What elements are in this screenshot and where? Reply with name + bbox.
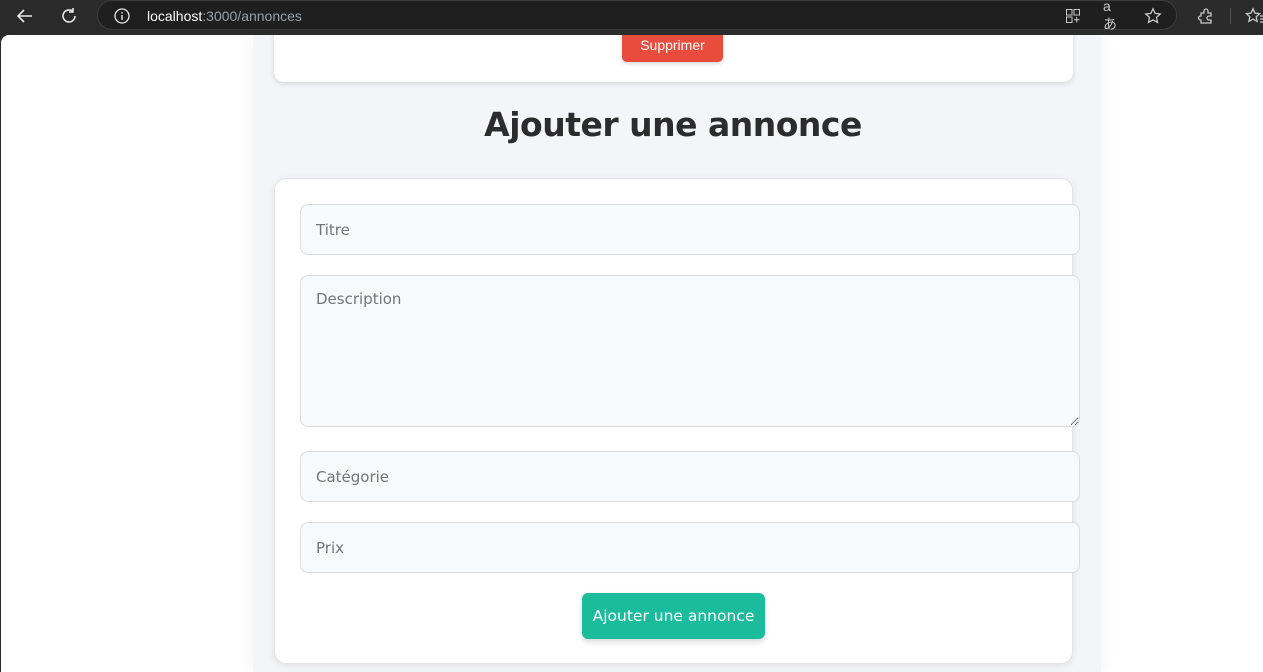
- address-bar[interactable]: localhost:3000/annonces aあ: [97, 0, 1177, 32]
- toolbar-separator: [1230, 8, 1231, 24]
- delete-button[interactable]: Supprimer: [622, 35, 723, 62]
- app-grid-icon[interactable]: [1063, 6, 1083, 26]
- back-arrow-icon[interactable]: [12, 4, 38, 28]
- page-title: Ajouter une annonce: [484, 105, 862, 144]
- reload-icon[interactable]: [56, 4, 82, 28]
- title-input[interactable]: [300, 204, 1080, 255]
- url-text: localhost:3000/annonces: [147, 8, 302, 24]
- translate-icon[interactable]: aあ: [1103, 0, 1123, 32]
- previous-annonce-card: Supprimer: [274, 35, 1073, 82]
- add-annonce-form: Ajouter une annonce: [274, 178, 1080, 664]
- url-host: localhost: [147, 8, 203, 24]
- price-input[interactable]: [300, 522, 1080, 573]
- page-container: Supprimer Ajouter une annonce Ajouter un…: [253, 35, 1101, 672]
- category-input[interactable]: [300, 451, 1080, 502]
- star-icon[interactable]: [1143, 6, 1163, 26]
- page-viewport: Supprimer Ajouter une annonce Ajouter un…: [1, 35, 1263, 672]
- browser-toolbar: localhost:3000/annonces aあ: [0, 0, 1263, 34]
- info-icon[interactable]: [114, 8, 130, 24]
- description-textarea[interactable]: [300, 275, 1080, 427]
- extensions-icon[interactable]: [1195, 5, 1217, 27]
- add-annonce-button[interactable]: Ajouter une annonce: [582, 593, 765, 639]
- url-path: :3000/annonces: [202, 8, 302, 24]
- favorites-icon[interactable]: [1244, 5, 1263, 27]
